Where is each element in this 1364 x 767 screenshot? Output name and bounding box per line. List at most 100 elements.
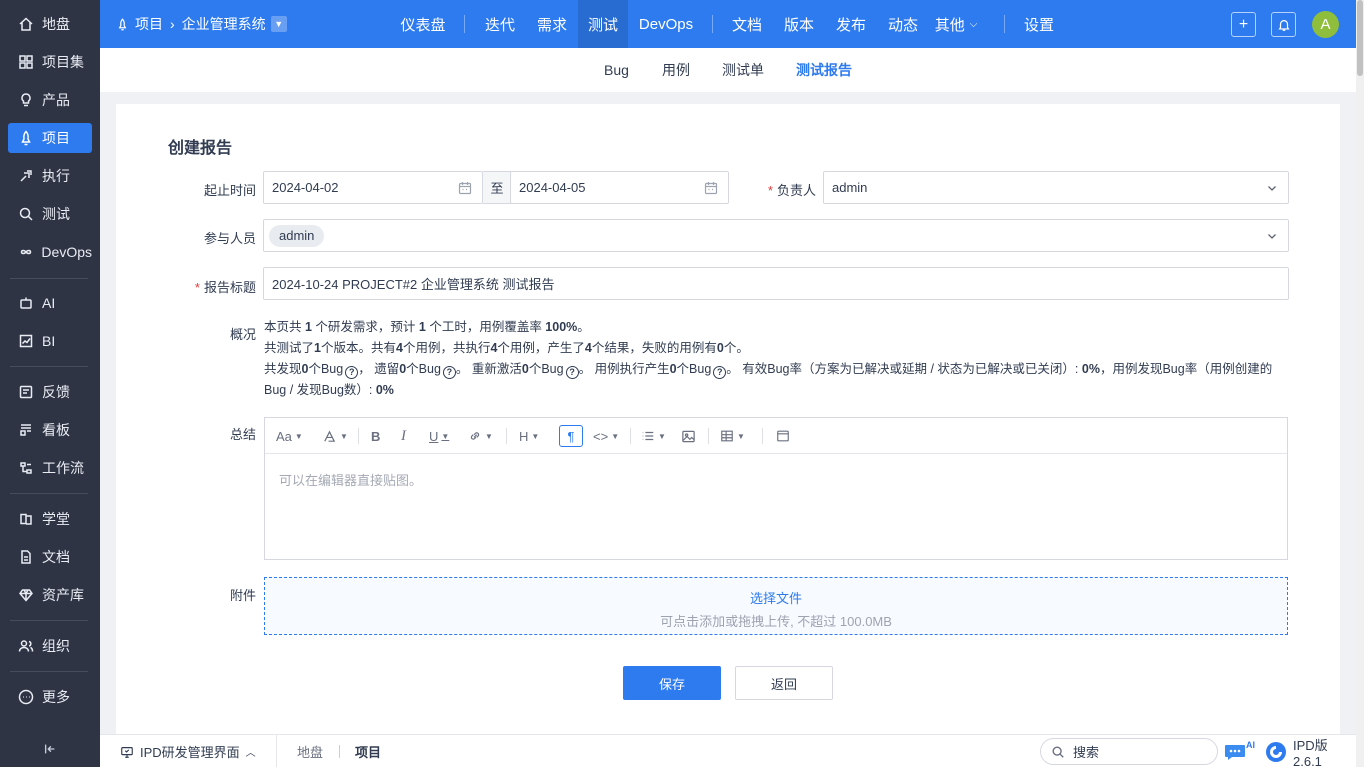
nav-test[interactable]: 测试 — [578, 0, 628, 48]
tab-testreport[interactable]: 测试报告 — [796, 48, 852, 92]
tab-testtask[interactable]: 测试单 — [722, 48, 764, 92]
search-input[interactable]: 搜索 — [1040, 738, 1218, 765]
sidebar-item-label: 项目集 — [42, 54, 84, 70]
sidebar-item-product[interactable]: 产品 — [8, 85, 92, 115]
sidebar-item-kanban[interactable]: 看板 — [8, 415, 92, 445]
help-icon[interactable]: ? — [442, 366, 456, 379]
ipd-logo-icon — [1265, 741, 1287, 763]
link-icon[interactable]: ▼ — [468, 426, 493, 446]
hours-count: 1 — [418, 320, 426, 334]
nav-release[interactable]: 发布 — [826, 0, 876, 48]
sidebar-item-doc[interactable]: 文档 — [8, 542, 92, 572]
image-icon[interactable] — [681, 426, 696, 446]
begin-date-value: 2024-04-02 — [272, 180, 339, 195]
sidebar-item-execution[interactable]: 执行 — [8, 161, 92, 191]
breadcrumb-project[interactable]: 企业管理系统 — [182, 14, 266, 34]
sidebar-item-label: 组织 — [42, 638, 70, 654]
nav-divider — [1004, 15, 1005, 33]
required-mark: * — [194, 280, 200, 295]
footer-crumb-dashboard[interactable]: 地盘 — [297, 735, 323, 767]
scrollbar-thumb[interactable] — [1357, 0, 1363, 76]
help-icon[interactable]: ? — [713, 366, 727, 379]
nav-other[interactable]: 其他 ⌵ — [930, 0, 982, 48]
sidebar-item-dashboard[interactable]: 地盘 — [8, 9, 92, 39]
sidebar-item-label: 项目 — [42, 130, 70, 146]
heading-icon[interactable]: H ▼ — [519, 426, 539, 446]
sidebar-item-test[interactable]: 测试 — [8, 199, 92, 229]
sidebar-item-workflow[interactable]: 工作流 — [8, 453, 92, 483]
nav-divider — [464, 15, 465, 33]
sidebar-item-more[interactable]: 更多 — [8, 682, 92, 712]
sidebar-item-bi[interactable]: BI — [8, 326, 92, 356]
sidebar-item-label: 产品 — [42, 92, 70, 108]
breadcrumb-root[interactable]: 项目 — [135, 14, 163, 34]
tab-case[interactable]: 用例 — [662, 48, 690, 92]
scrollbar-track[interactable] — [1356, 0, 1364, 767]
effective-bug-rate: 0% — [1081, 362, 1100, 376]
view-switcher[interactable]: IPD研发管理界面 ︿ — [120, 735, 256, 767]
run-icon — [16, 166, 36, 186]
chevron-right-icon: › — [170, 16, 175, 32]
overview-text-part: 个用例，产生了 — [497, 341, 585, 355]
save-button[interactable]: 保存 — [623, 666, 721, 700]
sidebar-item-ai[interactable]: AI — [8, 288, 92, 318]
italic-icon[interactable]: I — [401, 426, 406, 446]
nav-doc[interactable]: 文档 — [722, 0, 772, 48]
infinity-icon — [16, 242, 35, 262]
school-icon — [16, 509, 36, 529]
sidebar-item-school[interactable]: 学堂 — [8, 504, 92, 534]
story-count: 1 — [304, 320, 312, 334]
table-icon[interactable]: ▼ — [720, 426, 745, 446]
doc-icon — [16, 547, 36, 567]
avatar[interactable]: A — [1312, 11, 1339, 38]
sidebar-item-program[interactable]: 项目集 — [8, 47, 92, 77]
nav-devops[interactable]: DevOps — [630, 0, 702, 48]
bell-icon[interactable] — [1271, 12, 1296, 37]
summary-editor[interactable]: Aa ▼ ▼ B I U ▼ ▼ H ▼ ¶ <> ▼ ▼ ▼ 可以在编辑器直接贴图。 — [264, 417, 1288, 560]
nav-build[interactable]: 版本 — [774, 0, 824, 48]
member-tag[interactable]: admin — [269, 224, 325, 247]
list-icon[interactable]: ▼ — [641, 426, 666, 446]
choose-file-link[interactable]: 选择文件 — [265, 588, 1287, 607]
plus-icon[interactable]: + — [1231, 12, 1256, 37]
sidebar-item-label: 反馈 — [42, 384, 70, 400]
sidebar-item-assets[interactable]: 资产库 — [8, 580, 92, 610]
owner-select[interactable]: admin — [823, 171, 1289, 204]
nav-dashboard[interactable]: 仪表盘 — [388, 0, 458, 48]
file-upload-zone[interactable]: 选择文件 可点击添加或拖拽上传, 不超过 100.0MB — [264, 577, 1288, 635]
date-range-to: 至 — [483, 171, 511, 204]
sidebar-item-project[interactable]: 项目 — [8, 123, 92, 153]
chevron-down-icon[interactable]: ▼ — [270, 16, 287, 32]
sidebar-item-feedback[interactable]: 反馈 — [8, 377, 92, 407]
help-icon[interactable]: ? — [345, 366, 359, 379]
breadcrumb: 项目 › 企业管理系统 ▼ — [116, 0, 287, 48]
help-icon[interactable]: ? — [565, 366, 579, 379]
nav-settings[interactable]: 设置 — [1014, 0, 1064, 48]
collapse-sidebar-icon[interactable] — [40, 739, 60, 759]
back-button[interactable]: 返回 — [735, 666, 833, 700]
tab-bug[interactable]: Bug — [604, 48, 629, 92]
text-color-icon[interactable]: ▼ — [322, 426, 348, 446]
nav-iteration[interactable]: 迭代 — [474, 0, 526, 48]
version-info[interactable]: IPD版2.6.1 — [1265, 735, 1356, 767]
overview-text-part: 个用例，共执行 — [402, 341, 491, 355]
sidebar-divider — [10, 620, 88, 621]
ai-chat-icon[interactable]: AI — [1224, 735, 1257, 767]
nav-story[interactable]: 需求 — [526, 0, 578, 48]
font-size-icon[interactable]: Aa ▼ — [276, 426, 303, 446]
bold-icon[interactable]: B — [371, 426, 380, 446]
fullscreen-icon[interactable] — [776, 426, 790, 446]
members-select[interactable]: admin — [263, 219, 1289, 252]
case-bug-rate: 0% — [375, 383, 394, 397]
nav-divider — [712, 15, 713, 33]
sidebar-item-devops[interactable]: DevOps — [8, 237, 92, 267]
report-title-input[interactable]: 2024-10-24 PROJECT#2 企业管理系统 测试报告 — [263, 267, 1289, 300]
begin-date-input[interactable]: 2024-04-02 — [263, 171, 483, 204]
sidebar-item-org[interactable]: 组织 — [8, 631, 92, 661]
end-date-input[interactable]: 2024-04-05 — [510, 171, 729, 204]
footer-crumb-project[interactable]: 项目 — [355, 735, 381, 767]
underline-icon[interactable]: U ▼ — [429, 426, 449, 446]
nav-dynamic[interactable]: 动态 — [878, 0, 928, 48]
code-icon[interactable]: <> ▼ — [593, 426, 619, 446]
paragraph-icon[interactable]: ¶ — [559, 425, 583, 447]
